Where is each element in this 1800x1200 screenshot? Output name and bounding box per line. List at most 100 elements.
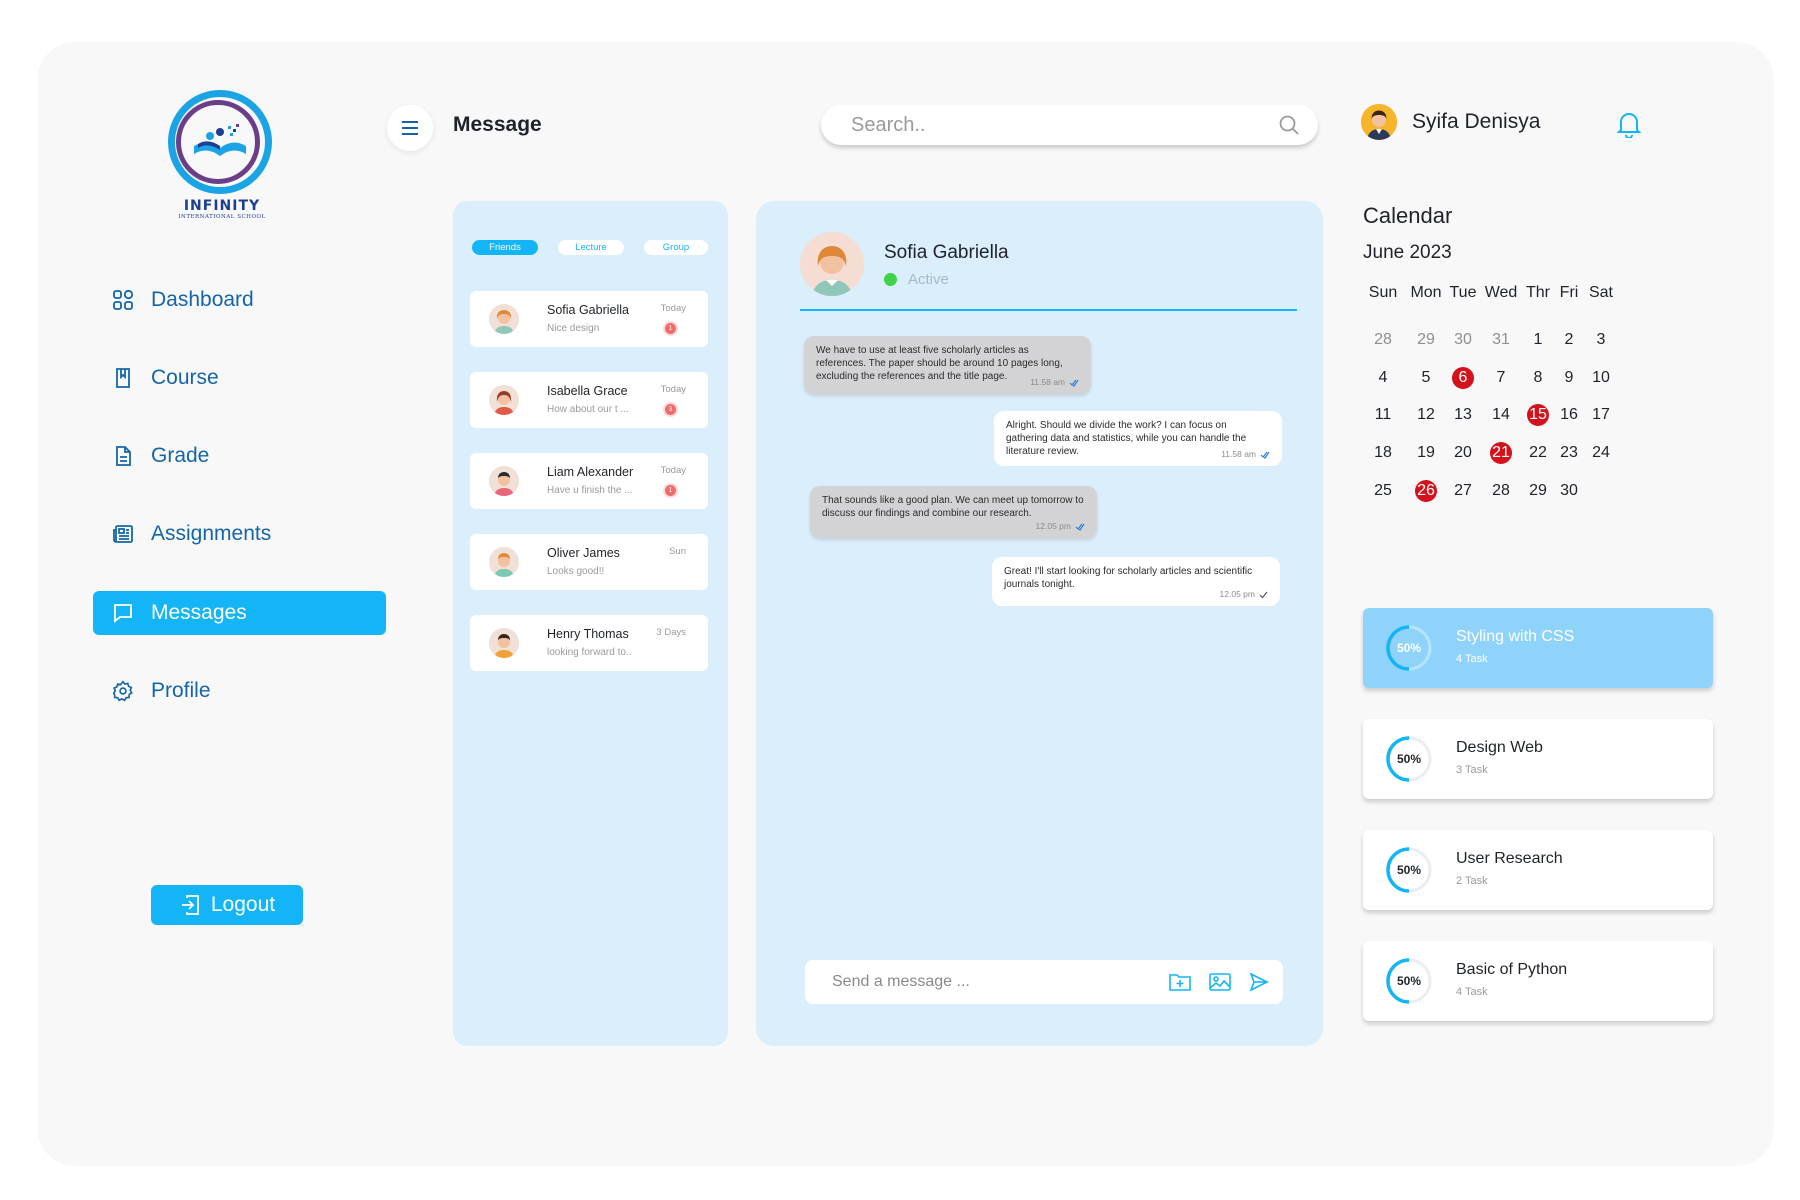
calendar-day[interactable]: 27: [1443, 476, 1483, 506]
calendar-day-number: 25: [1374, 482, 1392, 499]
school-logo: INFINITY INTERNATIONAL SCHOOL: [166, 90, 278, 224]
calendar-day-number: 20: [1454, 444, 1472, 461]
sidebar-item-messages[interactable]: Messages: [93, 591, 386, 635]
message-input[interactable]: [832, 973, 1151, 991]
calendar-day[interactable]: 7: [1481, 363, 1521, 393]
calendar-day[interactable]: 12: [1406, 400, 1446, 430]
search-icon[interactable]: [1278, 114, 1300, 136]
chat-header-divider: [800, 309, 1297, 311]
calendar-day-number: 10: [1592, 369, 1610, 386]
course-card[interactable]: 50% User Research 2 Task: [1363, 830, 1713, 910]
message-time-label: 11.58 am: [1030, 377, 1065, 387]
calendar-day[interactable]: 14: [1481, 400, 1521, 430]
calendar-day[interactable]: 4: [1363, 363, 1403, 393]
calendar-day[interactable]: 13: [1443, 400, 1483, 430]
sidebar-item-label: Grade: [151, 444, 210, 467]
calendar-day[interactable]: 17: [1581, 400, 1621, 430]
calendar-day-number: 13: [1454, 406, 1472, 423]
calendar-day-marked[interactable]: 26: [1406, 476, 1446, 506]
add-folder-icon[interactable]: [1169, 972, 1191, 992]
sidebar-item-profile[interactable]: Profile: [93, 669, 386, 713]
calendar-day[interactable]: 11: [1363, 400, 1403, 430]
calendar-day[interactable]: 24: [1581, 438, 1621, 468]
calendar-day-number: 1: [1533, 331, 1543, 348]
logout-label: Logout: [210, 893, 276, 916]
logout-button[interactable]: Logout: [151, 885, 303, 925]
calendar-day[interactable]: 30: [1549, 476, 1589, 506]
contact-time: Today: [660, 384, 686, 395]
user-avatar-illustration: [1361, 104, 1397, 140]
tab-friends[interactable]: Friends: [472, 240, 538, 255]
calendar-day[interactable]: 31: [1481, 325, 1521, 355]
double-check-icon: [1069, 379, 1079, 387]
sidebar-item-dashboard[interactable]: Dashboard: [93, 278, 386, 322]
search-bar: [821, 105, 1318, 145]
calendar-weekday: Tue: [1449, 284, 1477, 301]
user-avatar[interactable]: [1361, 104, 1397, 140]
sidebar-item-label: Profile: [151, 679, 211, 702]
contact-item-sofia[interactable]: Sofia Gabriella Nice design Today 1: [470, 291, 708, 347]
send-icon[interactable]: [1249, 972, 1269, 992]
progress-percent: 50%: [1396, 974, 1422, 988]
message-time-label: 12.05 pm: [1219, 589, 1255, 599]
calendar-day-number: 28: [1492, 482, 1510, 499]
course-task-count: 4 Task: [1456, 653, 1488, 665]
calendar-day-number: 3: [1596, 331, 1606, 348]
calendar-day[interactable]: 10: [1581, 363, 1621, 393]
calendar-weekday: Sun: [1368, 284, 1398, 301]
contact-avatar: [489, 628, 519, 658]
calendar-day[interactable]: 28: [1481, 476, 1521, 506]
tab-group[interactable]: Group: [644, 240, 708, 255]
calendar-day[interactable]: 19: [1406, 438, 1446, 468]
contact-name: Henry Thomas: [547, 627, 629, 641]
message-time: 12.05 pm: [1220, 588, 1268, 601]
unread-badge: 1: [663, 483, 678, 498]
chat-contact-avatar[interactable]: [800, 232, 864, 296]
contact-item-isabella[interactable]: Isabella Grace How about our t ... Today…: [470, 372, 708, 428]
calendar-day[interactable]: 30: [1443, 325, 1483, 355]
contact-avatar-illustration: [800, 232, 864, 296]
image-icon[interactable]: [1209, 972, 1231, 992]
calendar-day-marked[interactable]: 6: [1443, 363, 1483, 393]
calendar-weekday: Wed: [1484, 284, 1518, 301]
sidebar-item-assignments[interactable]: Assignments: [93, 512, 386, 556]
notification-bell-icon[interactable]: [1616, 110, 1642, 139]
message-time: 12.05 pm: [1036, 520, 1085, 533]
calendar-day[interactable]: 29: [1406, 325, 1446, 355]
contact-item-henry[interactable]: Henry Thomas looking forward to.. 3 Days: [470, 615, 708, 671]
calendar-day-number: 31: [1492, 331, 1510, 348]
course-title: Basic of Python: [1456, 961, 1568, 978]
unread-badge: 1: [663, 321, 678, 336]
calendar-day[interactable]: 25: [1363, 476, 1403, 506]
calendar-day[interactable]: 18: [1363, 438, 1403, 468]
calendar-day[interactable]: 3: [1581, 325, 1621, 355]
calendar-day-number: 8: [1533, 369, 1543, 386]
contact-name: Liam Alexander: [547, 465, 634, 479]
course-card[interactable]: 50% Design Web 3 Task: [1363, 719, 1713, 799]
chat-status-label: Active: [908, 271, 949, 288]
calendar-day-number: 16: [1560, 406, 1578, 423]
course-card[interactable]: 50% Styling with CSS 4 Task: [1363, 608, 1713, 688]
menu-button[interactable]: [387, 105, 433, 151]
contact-item-liam[interactable]: Liam Alexander Have u finish the ... Tod…: [470, 453, 708, 509]
calendar-day[interactable]: 28: [1363, 325, 1403, 355]
contact-item-oliver[interactable]: Oliver James Looks good!! Sun: [470, 534, 708, 590]
calendar-day-marked[interactable]: 21: [1481, 438, 1521, 468]
course-title: User Research: [1456, 850, 1563, 867]
message-text: That sounds like a good plan. We can mee…: [822, 495, 1084, 519]
sidebar-item-grade[interactable]: Grade: [93, 434, 386, 478]
course-card[interactable]: 50% Basic of Python 4 Task: [1363, 941, 1713, 1021]
contact-preview: looking forward to..: [547, 647, 632, 658]
calendar-month: June 2023: [1363, 242, 1452, 263]
search-input[interactable]: [851, 113, 1278, 137]
calendar-day[interactable]: 20: [1443, 438, 1483, 468]
message-bubble-outgoing: Great! I'll start looking for scholarly …: [992, 557, 1280, 606]
message-bubble-incoming: That sounds like a good plan. We can mee…: [810, 486, 1097, 538]
message-time-label: 12.05 pm: [1035, 521, 1071, 531]
newspaper-icon: [111, 522, 135, 546]
calendar-day[interactable]: 5: [1406, 363, 1446, 393]
sidebar-item-course[interactable]: Course: [93, 356, 386, 400]
tab-lecture[interactable]: Lecture: [558, 240, 624, 255]
message-time-label: 11.58 am: [1221, 449, 1256, 459]
contact-name: Isabella Grace: [547, 384, 628, 398]
